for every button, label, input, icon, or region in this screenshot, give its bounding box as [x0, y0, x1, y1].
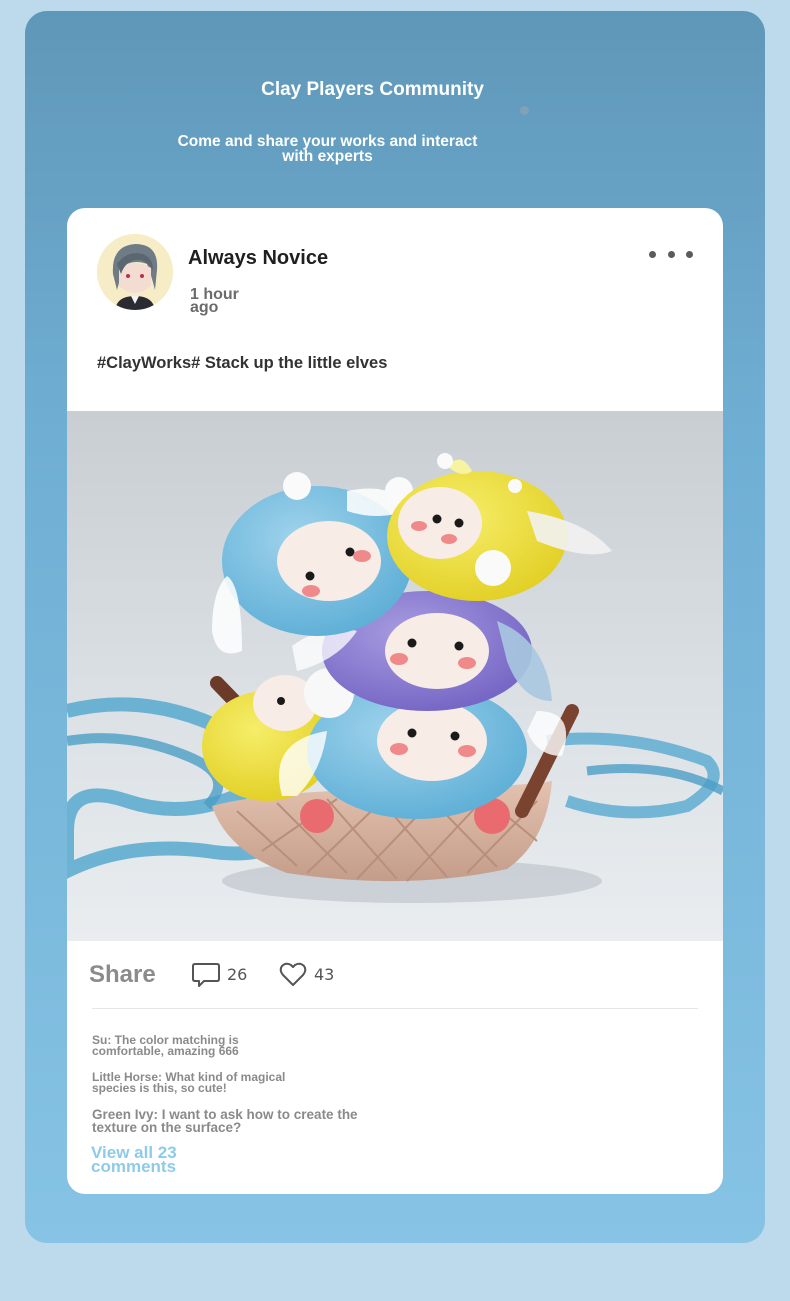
- comment-item: Green Ivy: I want to ask how to create t…: [92, 1107, 358, 1135]
- username[interactable]: Always Novice: [188, 247, 328, 270]
- more-dot-icon: [667, 250, 675, 258]
- post-caption: #ClayWorks# Stack up the little elves: [97, 354, 388, 372]
- comment-item: Little Horse: What kind of magical speci…: [92, 1070, 286, 1095]
- community-title: Clay Players Community: [261, 79, 484, 100]
- post-actions: Share 26 43: [67, 941, 723, 1008]
- post-timestamp: 1 hour ago: [190, 286, 239, 316]
- share-button[interactable]: Share: [89, 961, 156, 989]
- post-card: Always Novice 1 hour ago #ClayWorks# Sta…: [67, 208, 723, 1194]
- post-image[interactable]: [67, 411, 723, 941]
- decorative-dot: [520, 106, 529, 115]
- avatar-illustration-icon: [97, 234, 173, 310]
- heart-icon: [279, 962, 307, 986]
- more-options-button[interactable]: [649, 246, 693, 262]
- comment-button[interactable]: 26: [191, 959, 247, 989]
- clay-elves-photo-icon: [67, 411, 723, 941]
- comment-item: Su: The color matching is comfortable, a…: [92, 1033, 239, 1058]
- view-all-comments-link[interactable]: View all 23 comments: [91, 1144, 231, 1175]
- more-dot-icon: [649, 250, 656, 258]
- avatar[interactable]: [97, 234, 173, 310]
- community-subtitle: Come and share your works and interact w…: [177, 133, 478, 165]
- likes-count: 43: [314, 964, 335, 984]
- comment-icon: [192, 963, 220, 987]
- like-button[interactable]: 43: [278, 959, 334, 989]
- more-dot-icon: [686, 250, 693, 258]
- comments-count: 26: [227, 964, 248, 984]
- divider: [92, 1008, 698, 1009]
